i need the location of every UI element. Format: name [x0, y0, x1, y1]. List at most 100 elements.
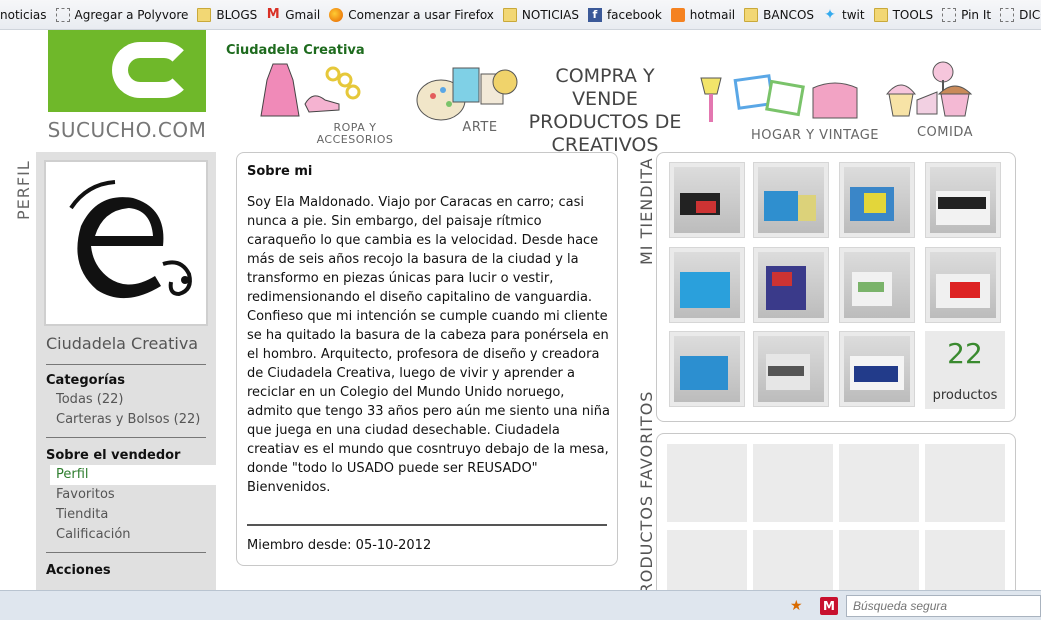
seller-name: Ciudadela Creativa	[46, 334, 199, 353]
about-divider	[247, 524, 607, 526]
mcafee-icon[interactable]: M	[820, 597, 838, 615]
sidebar: Ciudadela Creativa Categorías Todas (22)…	[36, 152, 216, 597]
bookmark-label: Agregar a Polyvore	[74, 7, 189, 22]
browser-status-bar: ★ M	[0, 590, 1041, 620]
firefox-menu-icon[interactable]: ★	[790, 598, 808, 614]
bookmark-facebook[interactable]: f facebook	[587, 7, 662, 22]
product-thumbnail[interactable]	[925, 247, 1001, 323]
favorite-slot	[925, 444, 1005, 522]
category-ropa-label: ROPA Y ACCESORIOS	[316, 121, 394, 146]
bookmark-tools[interactable]: TOOLS	[873, 7, 934, 22]
product-thumbnail[interactable]	[753, 247, 829, 323]
sidebar-item-calificacion[interactable]: Calificación	[56, 527, 131, 542]
product-count-label: productos	[932, 388, 998, 403]
category-arte[interactable]: ARTE	[410, 60, 530, 135]
product-thumbnail[interactable]	[839, 247, 915, 323]
page-icon	[1000, 7, 1015, 22]
cupcakes-icon	[885, 61, 972, 117]
category-link-carteras[interactable]: Carteras y Bolsos (22)	[56, 412, 200, 427]
bookmark-label: hotmail	[689, 7, 736, 22]
bookmark-label: twit	[842, 7, 865, 22]
category-arte-label: ARTE	[462, 120, 498, 135]
favoritos-section-label: PRODUCTOS FAVORITOS	[637, 390, 656, 605]
folder-icon	[873, 7, 888, 22]
bookmark-hotmail[interactable]: hotmail	[670, 7, 736, 22]
bookmark-gmail[interactable]: M Gmail	[266, 6, 321, 22]
member-since: Miembro desde: 05-10-2012	[247, 538, 432, 553]
product-thumbnail[interactable]	[925, 162, 1001, 238]
folder-icon	[744, 7, 759, 22]
bookmark-bancos[interactable]: BANCOS	[744, 7, 814, 22]
folder-icon	[197, 7, 212, 22]
bookmark-label: Gmail	[285, 7, 321, 22]
bookmark-label: facebook	[606, 7, 662, 22]
category-comida-label: COMIDA	[916, 125, 974, 140]
headline: COMPRA Y VENDE PRODUCTOS DE CREATIVOS	[528, 65, 682, 156]
page-icon	[55, 7, 70, 22]
product-count-badge[interactable]: 22 productos	[925, 331, 1005, 409]
secure-search-input[interactable]	[846, 595, 1041, 617]
sidebar-divider	[46, 364, 206, 365]
bookmark-blogs[interactable]: BLOGS	[197, 7, 258, 22]
bookmark-label: Comenzar a usar Firefox	[348, 7, 494, 22]
shop-title: Ciudadela Creativa	[226, 43, 365, 58]
category-comida[interactable]: COMIDA	[880, 60, 980, 140]
page-icon	[942, 7, 957, 22]
sidebar-divider	[46, 552, 206, 553]
site-logo[interactable]: SUCUCHO.COM	[42, 30, 212, 145]
twitter-icon: ✦	[824, 6, 836, 23]
category-hogar-label: HOGAR Y VINTAGE	[750, 128, 880, 143]
bookmark-label: TOOLS	[892, 7, 934, 22]
bookmark-label: BLOGS	[216, 7, 258, 22]
bookmark-pinit[interactable]: Pin It	[942, 7, 992, 22]
avatar	[44, 160, 208, 326]
product-thumbnail[interactable]	[839, 331, 915, 407]
about-body: Soy Ela Maldonado. Viajo por Caracas en …	[247, 195, 610, 495]
bookmark-label: Pin It	[961, 7, 992, 22]
dress-shoe-icon	[259, 63, 360, 117]
product-thumbnail[interactable]	[669, 247, 745, 323]
favorite-slot	[839, 444, 919, 522]
product-thumbnail[interactable]	[669, 162, 745, 238]
gmail-icon: M	[266, 6, 280, 22]
category-link-todas[interactable]: Todas (22)	[56, 392, 124, 407]
vendedor-title: Sobre el vendedor	[46, 448, 181, 463]
ciudadela-logo-icon	[69, 180, 192, 299]
category-banner: ROPA Y ACCESORIOS ARTE COMPRA Y VENDE PR…	[250, 60, 990, 156]
sidebar-item-tiendita[interactable]: Tiendita	[56, 507, 108, 522]
bookmark-twit[interactable]: ✦ twit	[823, 6, 865, 23]
bookmark-diccionario[interactable]: DICCIONARIO	[1000, 7, 1041, 22]
about-title: Sobre mi	[247, 164, 313, 179]
bookmark-firefox[interactable]: Comenzar a usar Firefox	[329, 7, 494, 22]
folder-icon	[502, 7, 517, 22]
bookmark-noticias[interactable]: noticias	[0, 8, 47, 22]
product-thumbnail[interactable]	[753, 162, 829, 238]
sidebar-item-perfil[interactable]: Perfil	[50, 465, 216, 485]
logo-mark-icon	[48, 30, 206, 112]
bookmark-polyvore[interactable]: Agregar a Polyvore	[55, 7, 189, 22]
bookmarks-bar: noticias Agregar a Polyvore BLOGS M Gmail…	[0, 0, 1041, 30]
product-thumbnail[interactable]	[669, 331, 745, 407]
category-hogar[interactable]: HOGAR Y VINTAGE	[690, 70, 880, 143]
bookmark-label: NOTICIAS	[521, 7, 579, 22]
logo-text: SUCUCHO.COM	[47, 118, 207, 142]
product-thumbnail[interactable]	[753, 331, 829, 407]
bookmark-label: DICCIONARIO	[1019, 7, 1041, 22]
facebook-icon: f	[587, 7, 602, 22]
acciones-title: Acciones	[46, 563, 111, 578]
sidebar-item-label: Perfil	[56, 467, 89, 482]
hotmail-icon	[670, 7, 685, 22]
product-thumbnail[interactable]	[839, 162, 915, 238]
home-vintage-icon	[700, 74, 858, 122]
category-ropa[interactable]: ROPA Y ACCESORIOS	[250, 60, 405, 146]
sidebar-item-favoritos[interactable]: Favoritos	[56, 487, 115, 502]
bookmark-noticias-folder[interactable]: NOTICIAS	[502, 7, 579, 22]
firefox-icon	[329, 7, 344, 22]
favorite-slot	[667, 444, 747, 522]
bookmark-label: noticias	[0, 7, 47, 22]
perfil-section-label: PERFIL	[14, 160, 33, 220]
product-count: 22	[947, 337, 983, 370]
categorias-title: Categorías	[46, 373, 125, 388]
bookmark-label: BANCOS	[763, 7, 814, 22]
tiendita-section-label: MI TIENDITA	[637, 157, 656, 265]
